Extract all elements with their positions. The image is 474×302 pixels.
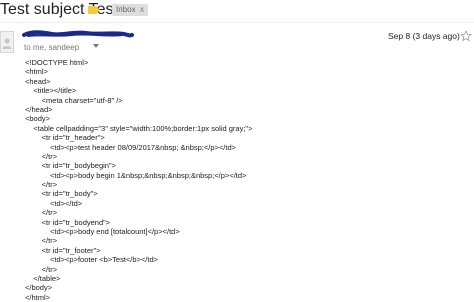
body-line: <td><p>body end [totalcount]</p></td>	[25, 227, 180, 237]
message-date: Sep 8 (3 days ago)	[388, 31, 460, 41]
body-line: <table cellpadding="3" style="width:100%…	[25, 123, 253, 133]
body-line: </html>	[25, 292, 51, 302]
body-line: <td><p>test header 08/09/2017&nbsp; &nbs…	[25, 142, 236, 152]
sender-avatar	[0, 31, 14, 53]
body-line: <td><p>body begin 1&nbsp;&nbsp;&nbsp;&nb…	[25, 170, 247, 180]
body-line: </tr>	[25, 208, 58, 218]
body-line: </body>	[25, 283, 53, 293]
body-line: </tr>	[25, 151, 58, 161]
email-body: <!DOCTYPE html> <html> <head> <title></t…	[25, 58, 465, 302]
body-line: <td><p>footer <b>Test</b></td>	[25, 255, 159, 265]
email-subject: Test subject Test	[0, 1, 118, 18]
remove-label-icon[interactable]: x	[140, 4, 144, 16]
body-line: <body>	[25, 114, 51, 124]
body-line: </tr>	[25, 236, 58, 246]
body-line: </head>	[25, 104, 53, 114]
body-line: <tr id="tr_body">	[25, 189, 98, 199]
recipient-line: to me, sandeep	[24, 43, 80, 52]
body-line: <tr id="tr_footer">	[25, 245, 101, 255]
body-line: <head>	[25, 76, 51, 86]
body-line: <title></title>	[25, 86, 77, 96]
body-line: <!DOCTYPE html>	[25, 58, 89, 67]
body-line: <tr id="tr_header">	[25, 133, 105, 143]
body-line: <html>	[25, 67, 48, 77]
important-marker-icon[interactable]	[88, 6, 100, 14]
person-icon	[2, 38, 12, 49]
body-line: </table>	[25, 273, 61, 283]
inbox-label-chip[interactable]: Inbox x	[112, 4, 148, 16]
body-line: <td></td>	[25, 198, 83, 208]
body-line: </tr>	[25, 264, 58, 274]
body-line: </tr>	[25, 180, 58, 190]
body-line: <tr id="tr_bodybegin">	[25, 161, 117, 171]
chevron-down-icon[interactable]	[93, 44, 99, 48]
header-divider	[0, 22, 474, 23]
subject-bar: Test subject Test Inbox x	[0, 0, 474, 22]
body-line: <tr id="tr_bodyend">	[25, 217, 111, 227]
star-icon[interactable]	[460, 30, 472, 42]
sender-name-redacted	[22, 30, 134, 38]
body-line: <meta charset="utf-8" />	[25, 95, 123, 105]
inbox-label-text: Inbox	[116, 5, 136, 14]
